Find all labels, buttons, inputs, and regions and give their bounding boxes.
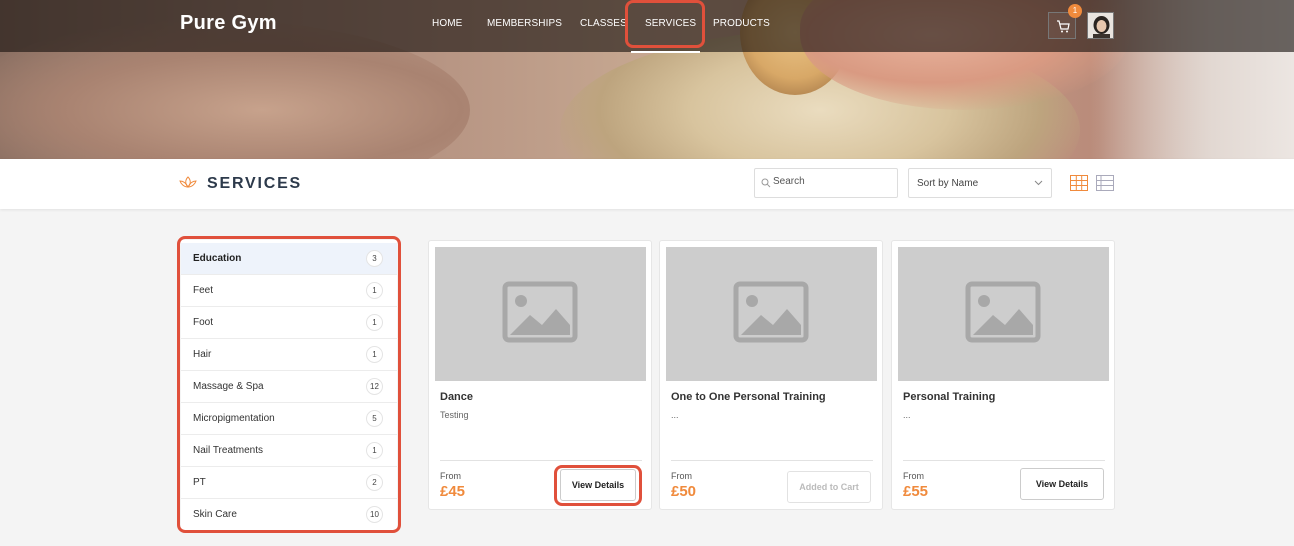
cart-icon: [1057, 20, 1070, 33]
price-from-label: From: [440, 471, 461, 481]
view-details-button[interactable]: View Details: [1020, 468, 1104, 500]
image-placeholder-icon: [733, 281, 809, 343]
image-placeholder-icon: [965, 281, 1041, 343]
product-card: Personal Training ... From £55 View Deta…: [891, 240, 1115, 510]
lotus-icon: [179, 176, 197, 188]
product-description: ...: [903, 410, 911, 420]
product-name: Dance: [440, 391, 474, 403]
card-divider: [671, 460, 873, 461]
sort-select-value: Sort by Name: [917, 178, 979, 189]
image-placeholder-icon: [502, 281, 578, 343]
cart-count-badge: 1: [1068, 4, 1082, 18]
sort-select[interactable]: Sort by Name: [908, 168, 1052, 198]
list-view-icon[interactable]: [1096, 175, 1114, 191]
nav-memberships[interactable]: MEMBERSHIPS: [487, 18, 562, 29]
user-avatar[interactable]: [1087, 12, 1114, 39]
product-description: ...: [671, 410, 679, 420]
search-icon: [761, 178, 771, 188]
brand-logo[interactable]: Pure Gym: [180, 12, 277, 35]
product-description: Testing: [440, 410, 469, 420]
card-divider: [440, 460, 642, 461]
highlight-sidebar: [177, 236, 401, 533]
chevron-down-icon: [1034, 180, 1043, 186]
product-price: £50: [671, 483, 697, 500]
product-name: Personal Training: [903, 391, 996, 403]
grid-view-icon[interactable]: [1070, 175, 1088, 191]
search-input[interactable]: [773, 176, 893, 187]
price-from-label: From: [671, 471, 692, 481]
product-name: One to One Personal Training: [671, 391, 826, 403]
page-title: SERVICES: [207, 175, 303, 192]
nav-home[interactable]: HOME: [432, 18, 462, 29]
card-divider: [903, 460, 1105, 461]
product-price: £45: [440, 483, 466, 500]
search-box[interactable]: [754, 168, 898, 198]
product-image-placeholder[interactable]: [666, 247, 877, 381]
cart-button[interactable]: 1: [1048, 4, 1082, 39]
nav-active-indicator: [631, 51, 700, 53]
highlight-view-details: [554, 465, 642, 506]
price-from-label: From: [903, 471, 924, 481]
product-image-placeholder[interactable]: [898, 247, 1109, 381]
nav-products[interactable]: PRODUCTS: [713, 18, 770, 29]
product-card: One to One Personal Training ... From £5…: [659, 240, 883, 510]
highlight-services: [625, 0, 705, 48]
product-price: £55: [903, 483, 929, 500]
product-image-placeholder[interactable]: [435, 247, 646, 381]
nav-classes[interactable]: CLASSES: [580, 18, 627, 29]
services-toolbar: SERVICES Sort by Name: [0, 159, 1294, 209]
added-to-cart-button[interactable]: Added to Cart: [787, 471, 871, 503]
